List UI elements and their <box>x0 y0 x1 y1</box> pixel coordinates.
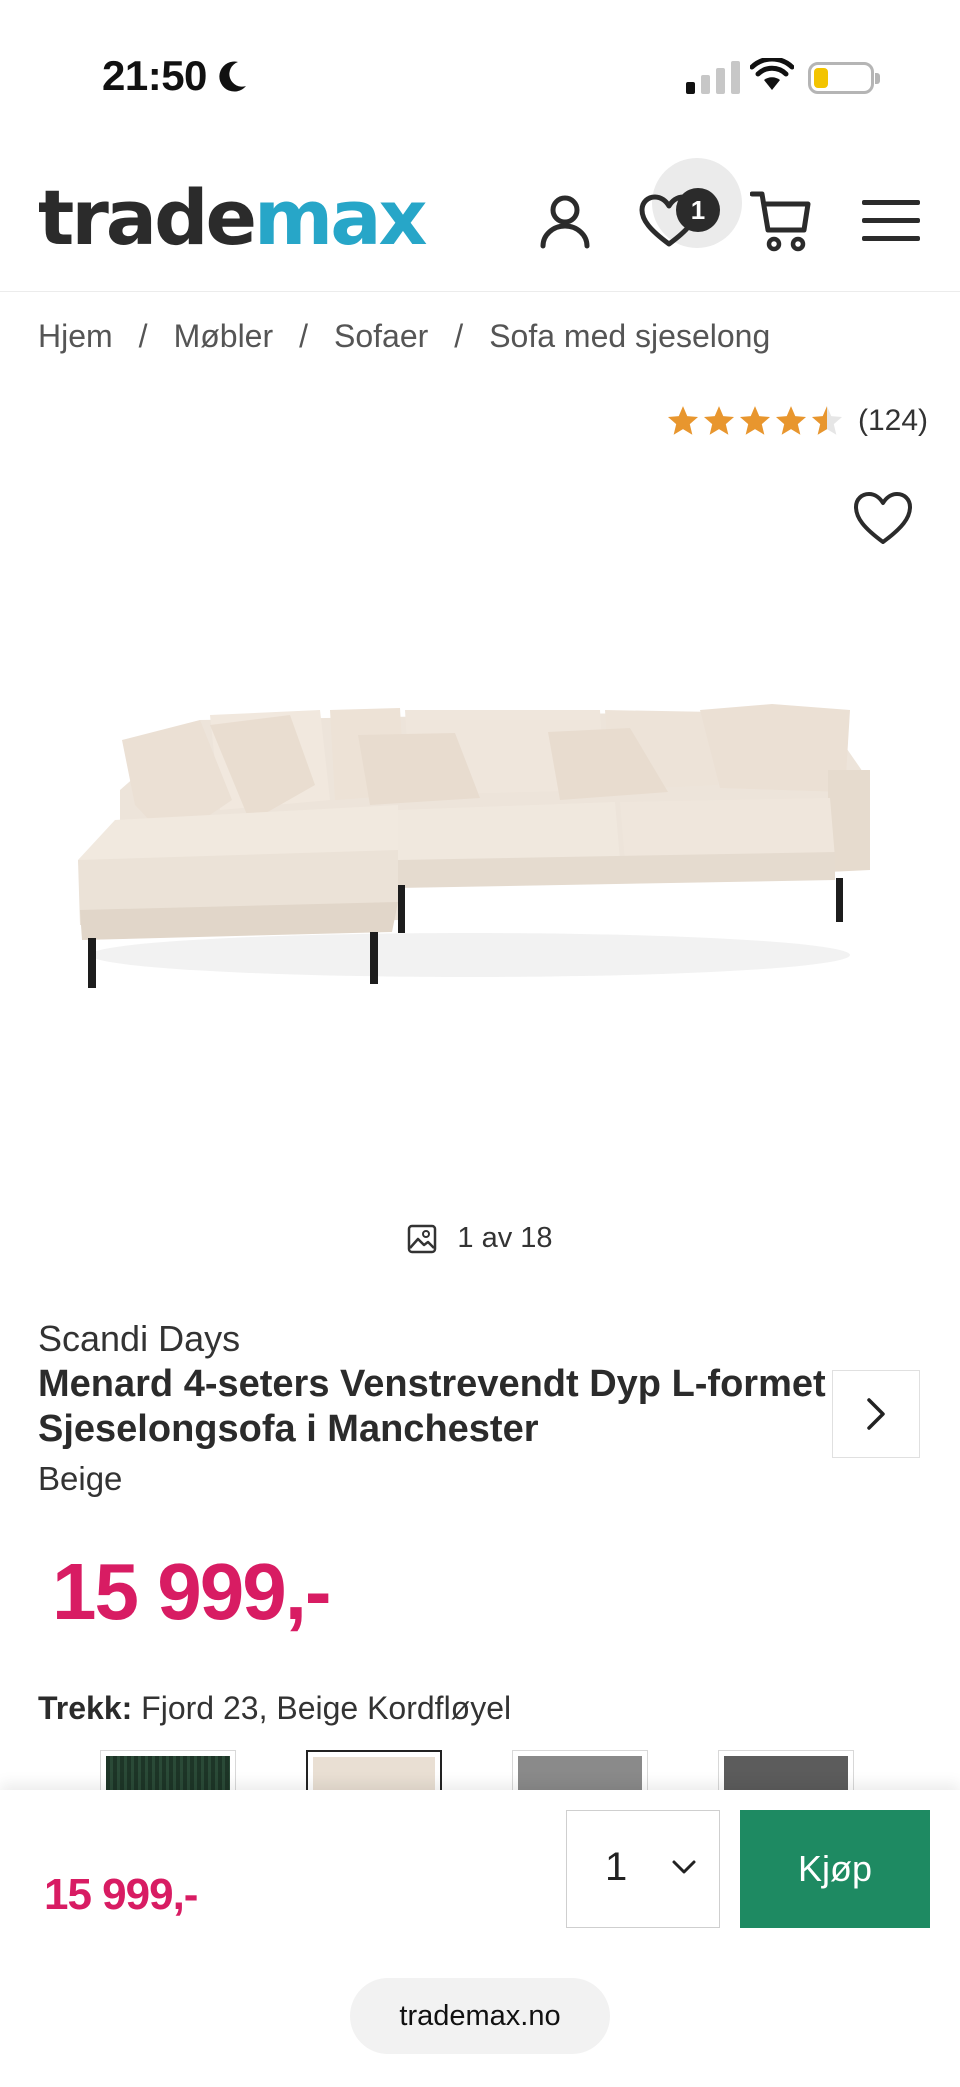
browser-url-bar[interactable]: trademax.no <box>350 1978 610 2054</box>
breadcrumb-separator: / <box>299 318 309 354</box>
rating-stars <box>666 404 844 438</box>
product-title: Menard 4-seters Venstrevendt Dyp L-forme… <box>38 1363 826 1450</box>
breadcrumb-sofas[interactable]: Sofaer <box>334 318 428 355</box>
site-header: trademax 1 <box>0 150 960 292</box>
sticky-buy-bar: 15 999,- 1 Kjøp trademax.no <box>0 1790 960 2087</box>
product-brand[interactable]: Scandi Days <box>38 1318 240 1360</box>
breadcrumb: Hjem / Møbler / Sofaer / Sofa med sjesel… <box>38 318 770 355</box>
buy-button[interactable]: Kjøp <box>740 1810 930 1928</box>
add-to-favorites-heart-icon[interactable] <box>852 490 914 546</box>
image-counter: 1 av 18 <box>0 1222 960 1255</box>
sofa-image <box>78 704 870 988</box>
rating-count: (124) <box>858 404 929 437</box>
cart-icon[interactable] <box>750 188 812 252</box>
status-time: 21:50 <box>102 52 207 99</box>
image-counter-text: 1 av 18 <box>457 1222 553 1254</box>
star-icon <box>739 406 771 435</box>
cellular-signal-icon <box>686 60 740 94</box>
breadcrumb-chaise-sofas[interactable]: Sofa med sjeselong <box>489 318 770 355</box>
chevron-down-icon <box>672 1860 696 1874</box>
trademax-logo[interactable]: trademax <box>38 180 428 256</box>
breadcrumb-separator: / <box>138 318 148 354</box>
wishlist-button[interactable]: 1 <box>626 158 742 274</box>
product-rating[interactable]: (124) <box>666 404 928 438</box>
status-bar: 21:50 <box>0 0 960 150</box>
upholstery-selection: Trekk: Fjord 23, Beige Kordfløyel <box>38 1690 511 1727</box>
product-image[interactable] <box>0 560 960 1458</box>
battery-icon <box>808 62 880 94</box>
wifi-icon <box>750 58 794 90</box>
star-icon <box>667 406 699 435</box>
product-color: Beige <box>38 1460 123 1497</box>
breadcrumb-separator: / <box>454 318 464 354</box>
upholstery-label: Trekk: <box>38 1690 133 1726</box>
quantity-value: 1 <box>605 1845 628 1889</box>
star-icon <box>775 406 807 435</box>
wishlist-count-badge: 1 <box>676 188 720 232</box>
moon-icon <box>219 61 246 92</box>
buy-bar-price: 15 999,- <box>44 1870 198 1919</box>
breadcrumb-furniture[interactable]: Møbler <box>174 318 274 355</box>
breadcrumb-home[interactable]: Hjem <box>38 318 113 355</box>
product-price: 15 999,- <box>52 1547 332 1636</box>
upholstery-value: Fjord 23, Beige Kordfløyel <box>141 1690 512 1726</box>
image-gallery-icon <box>408 1224 437 1253</box>
quantity-select[interactable]: 1 <box>566 1810 720 1928</box>
hamburger-menu-icon[interactable] <box>862 198 920 242</box>
account-icon[interactable] <box>538 194 592 250</box>
star-half-icon <box>811 406 843 435</box>
star-icon <box>703 406 735 435</box>
